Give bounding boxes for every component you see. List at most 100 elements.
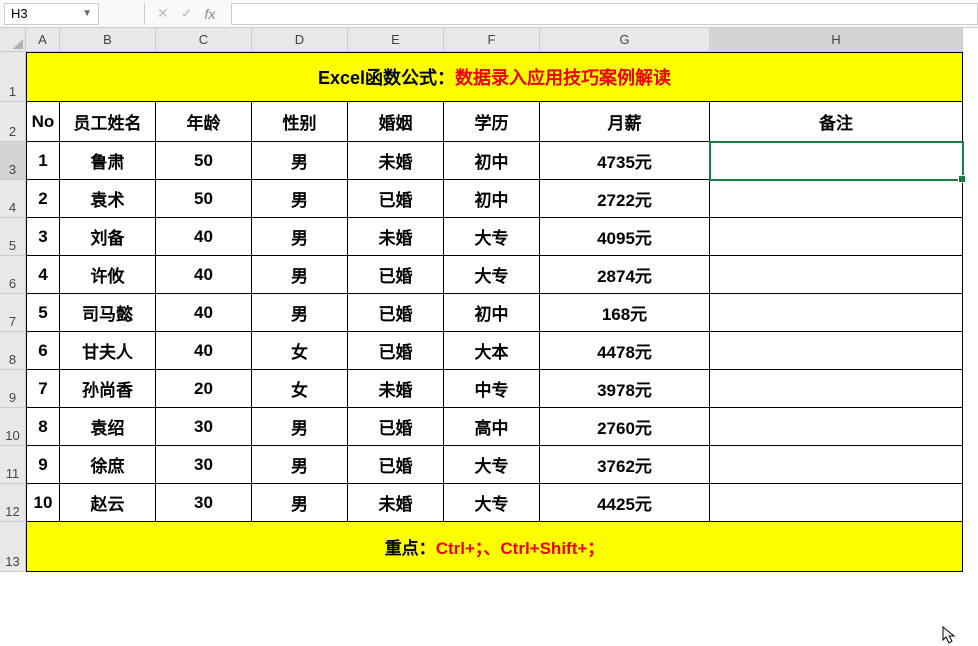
cell-salary[interactable]: 4735元 — [540, 142, 710, 180]
footer-cell[interactable]: 重点： Ctrl+；、Ctrl+Shift+； — [26, 522, 963, 572]
cell-remark[interactable] — [710, 142, 963, 180]
cell-name[interactable]: 孙尚香 — [60, 370, 156, 408]
select-all-button[interactable] — [0, 28, 26, 52]
column-header-C[interactable]: C — [156, 28, 252, 52]
cell-marriage[interactable]: 已婚 — [348, 256, 444, 294]
cell-name[interactable]: 司马懿 — [60, 294, 156, 332]
cell-name[interactable]: 徐庶 — [60, 446, 156, 484]
name-box[interactable]: H3 ▼ — [4, 3, 99, 25]
cell-no[interactable]: 5 — [26, 294, 60, 332]
cell-education[interactable]: 大本 — [444, 332, 540, 370]
cell-no[interactable]: 4 — [26, 256, 60, 294]
cell-salary[interactable]: 3978元 — [540, 370, 710, 408]
row-header-13[interactable]: 13 — [0, 522, 26, 572]
cell-name[interactable]: 刘备 — [60, 218, 156, 256]
row-header-3[interactable]: 3 — [0, 142, 26, 180]
cell-salary[interactable]: 3762元 — [540, 446, 710, 484]
header-marriage[interactable]: 婚姻 — [348, 102, 444, 142]
cell-education[interactable]: 大专 — [444, 484, 540, 522]
cell-name[interactable]: 袁术 — [60, 180, 156, 218]
cell-education[interactable]: 初中 — [444, 180, 540, 218]
cell-name[interactable]: 赵云 — [60, 484, 156, 522]
cell-name[interactable]: 鲁肃 — [60, 142, 156, 180]
row-header-9[interactable]: 9 — [0, 370, 26, 408]
column-header-B[interactable]: B — [60, 28, 156, 52]
cell-no[interactable]: 2 — [26, 180, 60, 218]
cell-marriage[interactable]: 未婚 — [348, 484, 444, 522]
name-box-dropdown-icon[interactable]: ▼ — [82, 8, 92, 19]
header-name[interactable]: 员工姓名 — [60, 102, 156, 142]
cell-marriage[interactable]: 已婚 — [348, 294, 444, 332]
cell-age[interactable]: 40 — [156, 332, 252, 370]
cell-no[interactable]: 9 — [26, 446, 60, 484]
header-education[interactable]: 学历 — [444, 102, 540, 142]
cell-marriage[interactable]: 未婚 — [348, 218, 444, 256]
cell-marriage[interactable]: 已婚 — [348, 332, 444, 370]
cell-no[interactable]: 1 — [26, 142, 60, 180]
cell-no[interactable]: 6 — [26, 332, 60, 370]
fx-icon[interactable]: fx — [204, 6, 215, 22]
cell-age[interactable]: 30 — [156, 446, 252, 484]
cell-name[interactable]: 甘夫人 — [60, 332, 156, 370]
row-header-4[interactable]: 4 — [0, 180, 26, 218]
cell-age[interactable]: 40 — [156, 256, 252, 294]
cell-gender[interactable]: 男 — [252, 142, 348, 180]
row-header-6[interactable]: 6 — [0, 256, 26, 294]
row-header-5[interactable]: 5 — [0, 218, 26, 256]
cell-education[interactable]: 中专 — [444, 370, 540, 408]
cell-age[interactable]: 40 — [156, 294, 252, 332]
cell-remark[interactable] — [710, 446, 963, 484]
cell-gender[interactable]: 男 — [252, 180, 348, 218]
cell-marriage[interactable]: 已婚 — [348, 408, 444, 446]
accept-icon[interactable]: ✓ — [181, 5, 193, 22]
column-header-A[interactable]: A — [26, 28, 60, 52]
cell-education[interactable]: 大专 — [444, 218, 540, 256]
column-header-D[interactable]: D — [252, 28, 348, 52]
cell-salary[interactable]: 2874元 — [540, 256, 710, 294]
cell-age[interactable]: 20 — [156, 370, 252, 408]
cell-salary[interactable]: 168元 — [540, 294, 710, 332]
cell-salary[interactable]: 2722元 — [540, 180, 710, 218]
cell-salary[interactable]: 2760元 — [540, 408, 710, 446]
cell-gender[interactable]: 女 — [252, 370, 348, 408]
cell-no[interactable]: 8 — [26, 408, 60, 446]
formula-bar-input[interactable] — [231, 3, 978, 25]
cell-remark[interactable] — [710, 218, 963, 256]
column-header-G[interactable]: G — [540, 28, 710, 52]
cell-gender[interactable]: 男 — [252, 408, 348, 446]
header-age[interactable]: 年龄 — [156, 102, 252, 142]
cell-marriage[interactable]: 未婚 — [348, 142, 444, 180]
cell-remark[interactable] — [710, 294, 963, 332]
title-cell[interactable]: Excel函数公式： 数据录入应用技巧案例解读 — [26, 52, 963, 102]
cell-education[interactable]: 大专 — [444, 446, 540, 484]
cell-age[interactable]: 40 — [156, 218, 252, 256]
cell-gender[interactable]: 男 — [252, 294, 348, 332]
cell-name[interactable]: 袁绍 — [60, 408, 156, 446]
column-header-F[interactable]: F — [444, 28, 540, 52]
cell-remark[interactable] — [710, 256, 963, 294]
cell-gender[interactable]: 女 — [252, 332, 348, 370]
cell-remark[interactable] — [710, 408, 963, 446]
cell-no[interactable]: 3 — [26, 218, 60, 256]
header-remark[interactable]: 备注 — [710, 102, 963, 142]
cell-gender[interactable]: 男 — [252, 446, 348, 484]
header-gender[interactable]: 性别 — [252, 102, 348, 142]
row-header-12[interactable]: 12 — [0, 484, 26, 522]
cell-education[interactable]: 大专 — [444, 256, 540, 294]
cell-remark[interactable] — [710, 332, 963, 370]
header-salary[interactable]: 月薪 — [540, 102, 710, 142]
cell-remark[interactable] — [710, 484, 963, 522]
cell-marriage[interactable]: 未婚 — [348, 370, 444, 408]
cell-age[interactable]: 30 — [156, 484, 252, 522]
cell-salary[interactable]: 4095元 — [540, 218, 710, 256]
cell-no[interactable]: 10 — [26, 484, 60, 522]
cell-education[interactable]: 初中 — [444, 294, 540, 332]
cell-age[interactable]: 50 — [156, 142, 252, 180]
cell-age[interactable]: 50 — [156, 180, 252, 218]
cancel-icon[interactable]: ✕ — [157, 5, 169, 22]
row-header-10[interactable]: 10 — [0, 408, 26, 446]
row-header-8[interactable]: 8 — [0, 332, 26, 370]
cell-no[interactable]: 7 — [26, 370, 60, 408]
cell-gender[interactable]: 男 — [252, 484, 348, 522]
cell-remark[interactable] — [710, 370, 963, 408]
